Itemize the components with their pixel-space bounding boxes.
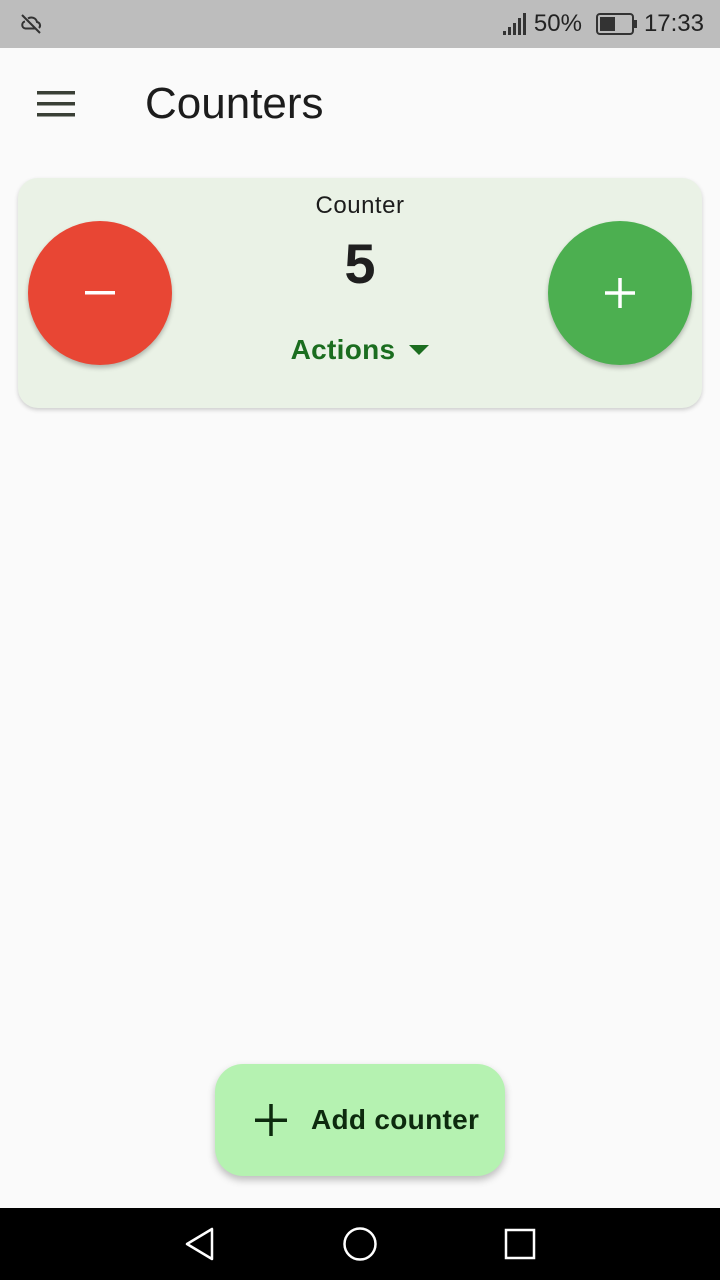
app-bar: Counters bbox=[0, 48, 720, 160]
counter-label: Counter bbox=[315, 192, 405, 219]
navigation-bar bbox=[0, 1208, 720, 1280]
back-icon bbox=[185, 1227, 214, 1261]
back-button[interactable] bbox=[180, 1224, 220, 1264]
add-counter-label: Add counter bbox=[311, 1104, 480, 1135]
cloud-off-icon bbox=[21, 14, 42, 34]
signal-icon bbox=[502, 13, 526, 35]
home-button[interactable] bbox=[340, 1224, 380, 1264]
dropdown-arrow-icon bbox=[409, 345, 430, 355]
menu-button[interactable] bbox=[24, 80, 88, 128]
battery-percent: 50% bbox=[533, 10, 582, 37]
page-title: Counters bbox=[145, 79, 324, 128]
counter-card: Counter 5 Actions bbox=[18, 178, 702, 408]
recents-icon bbox=[504, 1228, 536, 1260]
actions-dropdown[interactable]: Actions bbox=[280, 328, 440, 372]
add-counter-button[interactable]: Add counter bbox=[215, 1064, 505, 1176]
minus-icon bbox=[85, 291, 115, 295]
menu-icon bbox=[37, 91, 75, 117]
status-bar: 50% 17:33 bbox=[0, 0, 720, 48]
increment-button[interactable] bbox=[548, 221, 692, 365]
decrement-button[interactable] bbox=[28, 221, 172, 365]
actions-label: Actions bbox=[290, 334, 396, 365]
status-time: 17:33 bbox=[643, 10, 704, 37]
recents-button[interactable] bbox=[500, 1224, 540, 1264]
plus-icon bbox=[255, 1104, 287, 1136]
screen: 50% 17:33 Counters Counter 5 Actions Add… bbox=[0, 0, 720, 1280]
status-right: 50% 17:33 bbox=[502, 0, 704, 48]
battery-icon bbox=[595, 13, 637, 35]
plus-icon bbox=[605, 278, 635, 308]
home-icon bbox=[343, 1227, 377, 1261]
